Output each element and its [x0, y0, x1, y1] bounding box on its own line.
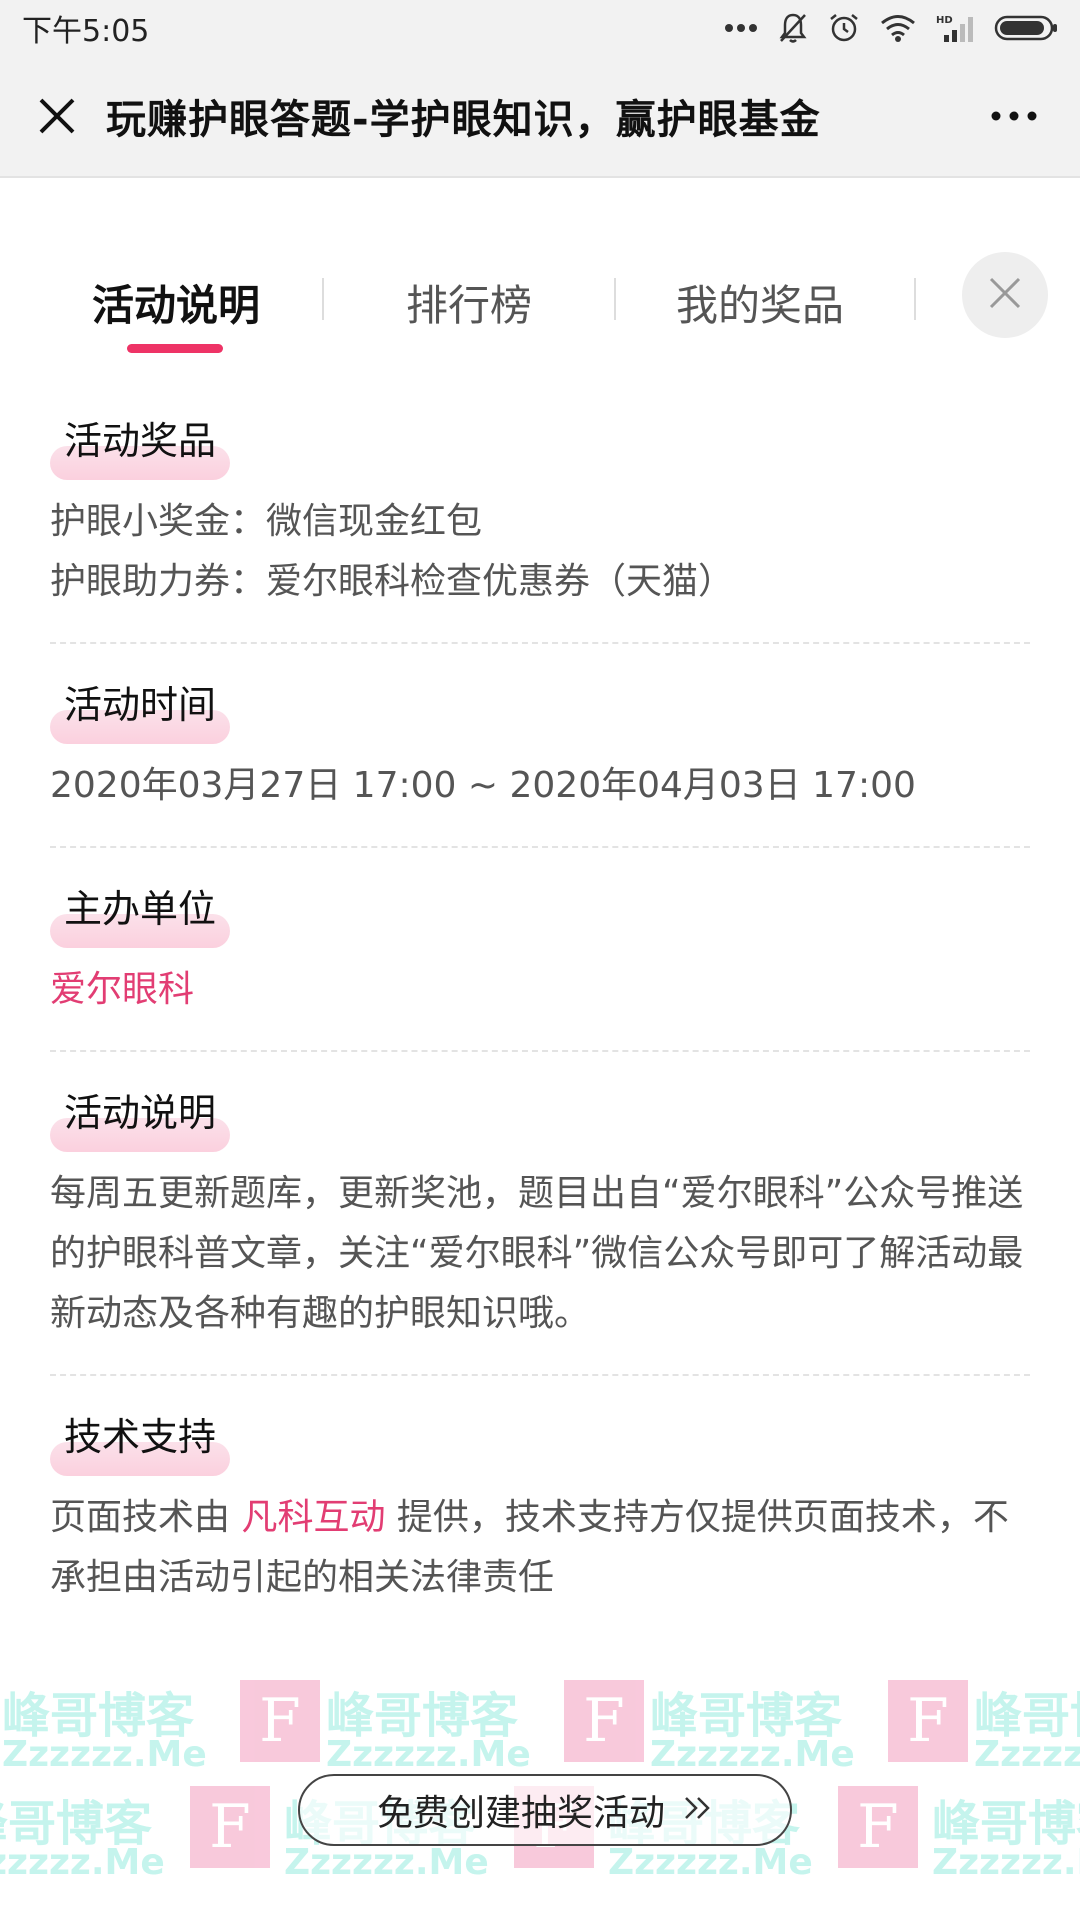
close-icon[interactable]	[30, 89, 84, 143]
watermark-logo: F	[838, 1786, 918, 1868]
section-time: 活动时间 2020年03月27日 17:00 ~ 2020年04月03日 17:…	[50, 672, 1030, 816]
dashed-divider	[50, 846, 1030, 848]
activity-time: 2020年03月27日 17:00 ~ 2020年04月03日 17:00	[50, 765, 916, 806]
section-heading: 活动说明	[50, 1080, 231, 1152]
tab-divider	[614, 278, 616, 320]
tab-my-prizes[interactable]: 我的奖品	[676, 272, 844, 333]
section-heading: 主办单位	[50, 876, 231, 948]
create-lottery-button[interactable]: 免费创建抽奖活动	[298, 1774, 792, 1846]
section-tech-support: 技术支持 页面技术由 凡科互动 提供，技术支持方仅提供页面技术，不承担由活动引起…	[50, 1404, 1030, 1608]
prize-line: 护眼小奖金：微信现金红包	[50, 501, 483, 542]
watermark-domain: Zzzzzz.Me	[974, 1734, 1080, 1775]
tab-leaderboard[interactable]: 排行榜	[406, 272, 532, 333]
watermark-domain: Zzzzzz.Me	[0, 1842, 165, 1883]
panel-close-button[interactable]	[962, 252, 1048, 338]
tab-divider	[914, 278, 916, 320]
watermark-text: 峰哥博客	[932, 1796, 1080, 1852]
watermark-domain: Zzzzzz.Me	[326, 1734, 531, 1775]
description-text: 每周五更新题库，更新奖池，题目出自“爱尔眼科”公众号推送的护眼科普文章，关注“爱…	[50, 1173, 1024, 1334]
organizer-name[interactable]: 爱尔眼科	[50, 960, 1030, 1020]
watermark-logo: F	[190, 1786, 270, 1868]
tab-activity-info[interactable]: 活动说明	[92, 272, 260, 333]
section-heading: 活动时间	[50, 672, 231, 744]
mute-bell-icon	[778, 12, 808, 44]
wifi-icon	[880, 14, 916, 42]
section-prizes: 活动奖品 护眼小奖金：微信现金红包 护眼助力券：爱尔眼科检查优惠券（天猫）	[50, 408, 1030, 612]
watermark-text: 峰哥博客	[2, 1688, 195, 1744]
battery-icon	[994, 14, 1058, 42]
alarm-icon	[828, 12, 860, 44]
section-organizer: 主办单位 爱尔眼科	[50, 876, 1030, 1020]
watermark-domain: Zzzzzz.Me	[2, 1734, 207, 1775]
watermark-text: 峰哥博客	[0, 1796, 153, 1852]
section-heading: 技术支持	[50, 1404, 231, 1476]
dashed-divider	[50, 642, 1030, 644]
more-icon[interactable]	[984, 89, 1044, 143]
status-time: 下午5:05	[22, 14, 150, 49]
status-bar: 下午5:05 HD	[0, 0, 1080, 56]
tech-provider-link[interactable]: 凡科互动	[241, 1497, 385, 1538]
dashed-divider	[50, 1374, 1030, 1376]
section-description: 活动说明 每周五更新题库，更新奖池，题目出自“爱尔眼科”公众号推送的护眼科普文章…	[50, 1080, 1030, 1344]
tab-active-indicator	[127, 344, 223, 353]
tech-text-before: 页面技术由	[50, 1497, 242, 1538]
tech-support-text: 页面技术由 凡科互动 提供，技术支持方仅提供页面技术，不承担由活动引起的相关法律…	[50, 1488, 1030, 1608]
watermark-text: 峰哥博客	[974, 1688, 1080, 1744]
close-icon	[988, 276, 1022, 314]
page-title: 玩赚护眼答题-学护眼知识，赢护眼基金	[106, 97, 821, 143]
nav-bar: 玩赚护眼答题-学护眼知识，赢护眼基金	[0, 56, 1080, 178]
watermark-domain: Zzzzzz.Me	[608, 1842, 813, 1883]
prize-line: 护眼助力券：爱尔眼科检查优惠券（天猫）	[50, 561, 735, 602]
signal-hd-icon: HD	[936, 13, 974, 43]
tab-divider	[322, 278, 324, 320]
section-heading: 活动奖品	[50, 408, 231, 480]
watermark-logo: F	[240, 1680, 320, 1762]
activity-info-content: 活动奖品 护眼小奖金：微信现金红包 护眼助力券：爱尔眼科检查优惠券（天猫） 活动…	[50, 408, 1030, 1608]
dashed-divider	[50, 1050, 1030, 1052]
watermark-domain: Zzzzzz.Me	[284, 1842, 489, 1883]
double-chevron-right-icon	[683, 1795, 713, 1825]
watermark-domain: Zzzzzz.Me	[650, 1734, 855, 1775]
svg-text:HD: HD	[936, 15, 953, 26]
create-lottery-label: 免费创建抽奖活动	[376, 1793, 665, 1834]
tab-bar: 活动说明 排行榜 我的奖品	[0, 250, 1080, 360]
watermark-domain: Zzzzzz.Me	[932, 1842, 1080, 1883]
more-dots-icon	[724, 23, 758, 33]
watermark-text: 峰哥博客	[650, 1688, 843, 1744]
watermark-logo: F	[564, 1680, 644, 1762]
status-icons: HD	[724, 12, 1058, 44]
watermark-logo: F	[888, 1680, 968, 1762]
watermark-text: 峰哥博客	[326, 1688, 519, 1744]
